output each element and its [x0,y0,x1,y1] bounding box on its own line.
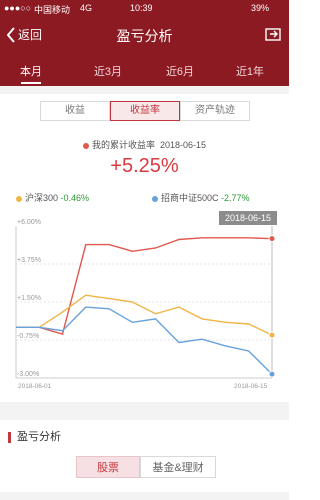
nav-bar: 返回 盈亏分析 [0,16,289,54]
tab-6-months[interactable]: 近6月 [150,63,210,79]
summary-label: 我的累计收益率 [91,140,155,150]
section-accent-bar [8,431,11,443]
status-bar: ●●●○○ 中国移动 4G 10:39 39% [0,0,289,16]
series-end-point-1 [268,331,276,339]
series-end-point-0 [268,235,276,243]
share-icon[interactable] [265,25,281,41]
x-tick-label: 2018-06-15 [234,383,268,390]
x-tick-label: 2018-06-01 [18,383,52,390]
tab-1-year[interactable]: 近1年 [220,63,280,79]
segment-income[interactable]: 收益 [40,101,110,121]
benchmark-value: -0.46% [60,193,90,203]
y-tick-label: +1.50% [17,295,41,302]
y-tick-label: -0.75% [17,333,39,340]
y-tick-label: +6.00% [17,219,41,226]
series-end-point-2 [268,370,276,378]
battery-label: 39% [251,3,270,13]
series-line-0 [16,237,273,335]
benchmark-legend-zz500: 招商中证500C -2.77% [152,191,250,204]
series-dot-icon [82,142,89,149]
segment-yield[interactable]: 收益率 [110,101,180,121]
section-separator [0,402,289,420]
network-label: 4G [80,3,93,13]
signal-icon: ●●●○○ [4,3,32,13]
benchmark-name: 招商中证500C [161,193,219,203]
stocks-tab-button[interactable]: 股票 [76,456,140,478]
series-dot-icon [16,195,22,202]
benchmark-name: 沪深300 [25,193,59,203]
tab-month[interactable]: 本月 [1,63,61,79]
y-tick-label: +3.75% [17,257,41,264]
period-tabs: 本月 近3月 近6月 近1年 [0,54,289,86]
tab-3-months[interactable]: 近3月 [78,63,138,79]
time-label: 10:39 [130,3,153,13]
page-title: 盈亏分析 [116,28,173,44]
series-dot-icon [152,195,158,202]
carrier-label: 中国移动 [34,5,71,15]
segment-asset-trend[interactable]: 资产轨迹 [180,101,250,121]
active-tab-indicator [21,82,41,84]
yield-line-chart[interactable]: +6.00% +3.75% +1.50% -0.75% -3.00% 2018-06-01… [0,210,289,400]
benchmark-value: -2.77% [221,193,250,203]
summary-date: 2018-06-15 [159,140,207,150]
section-title-text: 盈亏分析 [17,431,61,443]
y-tick-label: -3.00% [17,371,39,378]
divider [0,86,289,94]
chart-date-badge: 2018-06-15 [219,211,277,225]
section-title: 盈亏分析 [8,428,61,444]
footer-bg [0,492,289,500]
funds-tab-button[interactable]: 基金&理财 [140,456,216,478]
cumulative-yield-value: +5.25% [110,155,179,177]
benchmark-legend-hs300: 沪深300 -0.46% [16,191,89,204]
summary-legend: 我的累计收益率 2018-06-15 [0,138,289,151]
